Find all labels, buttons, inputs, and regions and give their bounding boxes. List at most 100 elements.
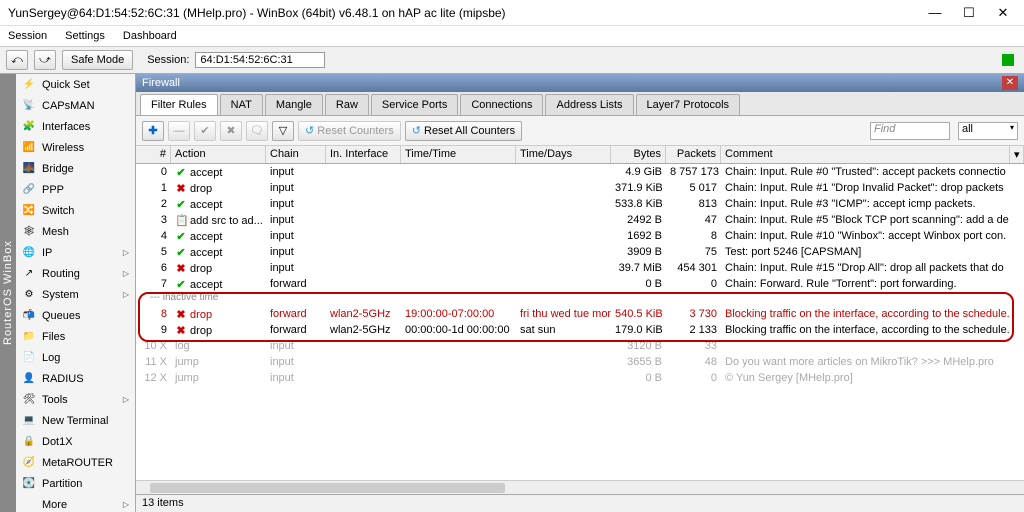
sidebar-item-interfaces[interactable]: 🧩Interfaces: [16, 116, 135, 137]
col-num[interactable]: #: [136, 146, 171, 163]
menu-session[interactable]: Session: [8, 30, 47, 42]
enable-button[interactable]: ✔: [194, 121, 216, 141]
col-expand[interactable]: ▾: [1010, 146, 1024, 163]
table-row[interactable]: 6✖ dropinput39.7 MiB454 301Chain: Input.…: [136, 260, 1024, 276]
reset-all-counters-button[interactable]: ↺ Reset All Counters: [405, 121, 522, 141]
col-packets[interactable]: Packets: [666, 146, 721, 163]
tab-connections[interactable]: Connections: [460, 94, 543, 115]
table-row[interactable]: 0✔ acceptinput4.9 GiB8 757 173Chain: Inp…: [136, 164, 1024, 180]
sidebar-item-queues[interactable]: 📬Queues: [16, 305, 135, 326]
content-pane: Firewall ✕ Filter RulesNATMangleRawServi…: [136, 74, 1024, 512]
sidebar: ⚡Quick Set📡CAPsMAN🧩Interfaces📶Wireless🌉B…: [16, 74, 136, 512]
safe-mode-button[interactable]: Safe Mode: [62, 50, 133, 70]
sidebar-item-system[interactable]: ⚙System▷: [16, 284, 135, 305]
sidebar-item-log[interactable]: 📄Log: [16, 347, 135, 368]
toolbar: ⤺ ⤻ Safe Mode Session: 64:D1:54:52:6C:31: [0, 46, 1024, 74]
table-row[interactable]: 8✖ dropforwardwlan2-5GHz19:00:00-07:00:0…: [136, 306, 1024, 322]
radius-icon: 👤: [22, 372, 36, 386]
table-row[interactable]: 12 Xjumpinput0 B0© Yun Sergey [MHelp.pro…: [136, 370, 1024, 386]
tab-layer7-protocols[interactable]: Layer7 Protocols: [636, 94, 741, 115]
table-row[interactable]: 7✔ acceptforward0 B0Chain: Forward. Rule…: [136, 276, 1024, 292]
log-icon: 📄: [22, 351, 36, 365]
interfaces-icon: 🧩: [22, 120, 36, 134]
comment-button[interactable]: 🗨: [246, 121, 268, 141]
window-controls: — ☐ ✕: [928, 5, 1016, 21]
tab-raw[interactable]: Raw: [325, 94, 369, 115]
sidebar-item-tools[interactable]: 🛠Tools▷: [16, 389, 135, 410]
table-row[interactable]: 11 Xjumpinput3655 B48Do you want more ar…: [136, 354, 1024, 370]
sidebar-item-dot1x[interactable]: 🔒Dot1X: [16, 431, 135, 452]
horizontal-scrollbar[interactable]: [136, 480, 1024, 494]
table-row[interactable]: 9✖ dropforwardwlan2-5GHz00:00:00-1d 00:0…: [136, 322, 1024, 338]
redo-button[interactable]: ⤻: [34, 50, 56, 70]
statusbar: 13 items: [136, 494, 1024, 512]
col-bytes[interactable]: Bytes: [611, 146, 666, 163]
sidebar-item-wireless[interactable]: 📶Wireless: [16, 137, 135, 158]
tools-icon: 🛠: [22, 393, 36, 407]
add-button[interactable]: ✚: [142, 121, 164, 141]
sidebar-item-partition[interactable]: 💽Partition: [16, 473, 135, 494]
session-value: 64:D1:54:52:6C:31: [195, 52, 325, 68]
sidebar-item-mesh[interactable]: 🕸Mesh: [16, 221, 135, 242]
table-row[interactable]: 2✔ acceptinput533.8 KiB813Chain: Input. …: [136, 196, 1024, 212]
tab-strip: Filter RulesNATMangleRawService PortsCon…: [136, 92, 1024, 116]
find-input[interactable]: Find: [870, 122, 950, 140]
back-button[interactable]: ⤺: [6, 50, 28, 70]
chevron-right-icon: ▷: [123, 290, 129, 299]
table-row[interactable]: 3📋 add src to ad...input2492 B47Chain: I…: [136, 212, 1024, 228]
sidebar-item-new-terminal[interactable]: 💻New Terminal: [16, 410, 135, 431]
sidebar-item-radius[interactable]: 👤RADIUS: [16, 368, 135, 389]
tab-service-ports[interactable]: Service Ports: [371, 94, 458, 115]
table-row[interactable]: 10 Xloginput3120 B33: [136, 338, 1024, 354]
sidebar-item-capsman[interactable]: 📡CAPsMAN: [16, 95, 135, 116]
filter-all-select[interactable]: all ▾: [958, 122, 1018, 140]
menu-settings[interactable]: Settings: [65, 30, 105, 42]
maximize-icon[interactable]: ☐: [962, 5, 976, 21]
tab-nat[interactable]: NAT: [220, 94, 263, 115]
sidebar-item-more[interactable]: More▷: [16, 494, 135, 512]
sidebar-item-ip[interactable]: 🌐IP▷: [16, 242, 135, 263]
filter-button[interactable]: ▽: [272, 121, 294, 141]
menubar: Session Settings Dashboard: [0, 26, 1024, 46]
panel-close-icon[interactable]: ✕: [1002, 76, 1018, 90]
firewall-toolbar: ✚ — ✔ ✖ 🗨 ▽ ↺ Reset Counters ↺ Reset All…: [136, 116, 1024, 146]
col-comment[interactable]: Comment: [721, 146, 1010, 163]
col-timetime[interactable]: Time/Time: [401, 146, 516, 163]
remove-button[interactable]: —: [168, 121, 190, 141]
col-timedays[interactable]: Time/Days: [516, 146, 611, 163]
titlebar: YunSergey@64:D1:54:52:6C:31 (MHelp.pro) …: [0, 0, 1024, 26]
bridge-icon: 🌉: [22, 162, 36, 176]
reset-counters-button[interactable]: ↺ Reset Counters: [298, 121, 401, 141]
sidebar-item-routing[interactable]: ↗Routing▷: [16, 263, 135, 284]
disable-button[interactable]: ✖: [220, 121, 242, 141]
table-row[interactable]: 1✖ dropinput371.9 KiB5 017Chain: Input. …: [136, 180, 1024, 196]
new terminal-icon: 💻: [22, 414, 36, 428]
table-row[interactable]: 5✔ acceptinput3909 B75Test: port 5246 [C…: [136, 244, 1024, 260]
chevron-right-icon: ▷: [123, 395, 129, 404]
table-row[interactable]: 4✔ acceptinput1692 B8Chain: Input. Rule …: [136, 228, 1024, 244]
col-interface[interactable]: In. Interface: [326, 146, 401, 163]
sidebar-item-quick-set[interactable]: ⚡Quick Set: [16, 74, 135, 95]
queues-icon: 📬: [22, 309, 36, 323]
quick set-icon: ⚡: [22, 78, 36, 92]
sidebar-item-files[interactable]: 📁Files: [16, 326, 135, 347]
system-icon: ⚙: [22, 288, 36, 302]
panel-title: Firewall: [142, 77, 180, 89]
tab-filter-rules[interactable]: Filter Rules: [140, 94, 218, 115]
session-label: Session:: [147, 54, 189, 66]
ip-icon: 🌐: [22, 246, 36, 260]
tab-address-lists[interactable]: Address Lists: [545, 94, 633, 115]
close-icon[interactable]: ✕: [996, 5, 1010, 21]
minimize-icon[interactable]: —: [928, 5, 942, 21]
sidebar-item-switch[interactable]: 🔀Switch: [16, 200, 135, 221]
sidebar-item-ppp[interactable]: 🔗PPP: [16, 179, 135, 200]
tab-mangle[interactable]: Mangle: [265, 94, 323, 115]
col-chain[interactable]: Chain: [266, 146, 326, 163]
more-icon: [22, 498, 36, 512]
sidebar-item-bridge[interactable]: 🌉Bridge: [16, 158, 135, 179]
sidebar-item-metarouter[interactable]: 🧭MetaROUTER: [16, 452, 135, 473]
dot1x-icon: 🔒: [22, 435, 36, 449]
col-action[interactable]: Action: [171, 146, 266, 163]
menu-dashboard[interactable]: Dashboard: [123, 30, 177, 42]
status-indicator: [1002, 54, 1014, 66]
